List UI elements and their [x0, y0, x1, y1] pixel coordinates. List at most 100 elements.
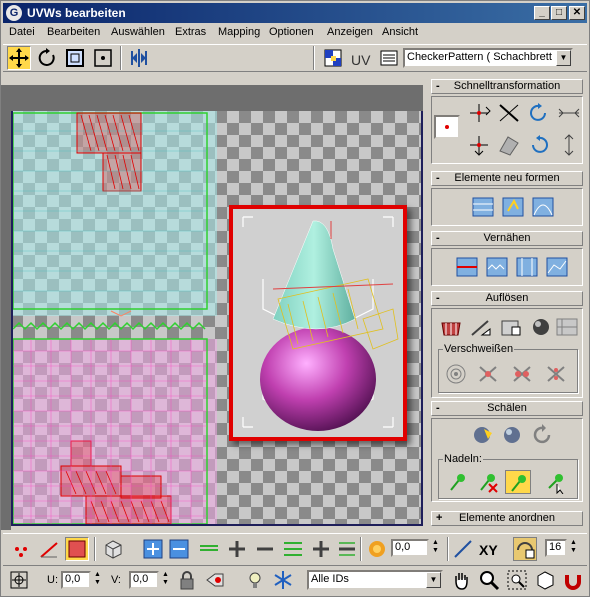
auto-pin-button[interactable]	[543, 470, 569, 495]
menu-anzeigen[interactable]: Anzeigen	[327, 26, 373, 38]
peel-mode-icon	[504, 427, 520, 443]
stitch-target-button[interactable]	[514, 255, 540, 279]
straighten-selection-button[interactable]	[470, 195, 496, 219]
rollout-header-aufloesen[interactable]: - Auflösen	[431, 291, 583, 306]
weld-all-button[interactable]	[543, 362, 569, 386]
detach-faces-button[interactable]	[554, 315, 580, 339]
weld-target-button[interactable]	[443, 362, 469, 386]
menu-datei[interactable]: Datei	[9, 26, 35, 38]
hide-button[interactable]	[243, 568, 267, 592]
stitch-source-button[interactable]	[484, 255, 510, 279]
zoom-button[interactable]	[477, 568, 501, 592]
zoom-extents-button[interactable]	[533, 568, 557, 592]
rotate-minus-button[interactable]	[526, 133, 552, 157]
expand-selection-button[interactable]	[141, 537, 165, 561]
falloff-type-button[interactable]	[451, 537, 475, 561]
straighten-button[interactable]	[496, 101, 522, 125]
spinner-arrows-icon[interactable]: ▲ ▼	[430, 539, 441, 557]
distribute-horizontal-button[interactable]	[556, 101, 582, 125]
vertex-select-button[interactable]	[9, 537, 33, 561]
relax-selection-button[interactable]	[500, 195, 526, 219]
uv-coordinate-toggle[interactable]: UV	[351, 52, 370, 68]
rollout-header-elemente-neu-formen[interactable]: - Elemente neu formen	[431, 171, 583, 186]
menu-bearbeiten[interactable]: Bearbeiten	[47, 26, 100, 38]
face-select-button[interactable]	[65, 537, 89, 561]
flatten-button[interactable]	[498, 315, 524, 339]
title-bar[interactable]: G UVWs bearbeiten _ □ ✕	[3, 3, 587, 23]
weld-edges-button[interactable]	[509, 362, 535, 386]
texture-select[interactable]: CheckerPattern ( Schachbrett ▼	[403, 48, 573, 68]
shrink-loop-button[interactable]	[253, 537, 277, 561]
mirror-tool-button[interactable]	[127, 46, 151, 70]
stitch-average-button[interactable]	[544, 255, 570, 279]
menu-auswaehlen[interactable]: Auswählen	[111, 26, 165, 38]
xy-space-toggle[interactable]: XY	[479, 542, 498, 558]
grow-ring-button[interactable]	[309, 537, 333, 561]
zoom-region-button[interactable]	[505, 568, 529, 592]
rotate-plus-button[interactable]	[526, 101, 552, 125]
chevron-down-icon[interactable]: ▼	[556, 50, 571, 66]
pivot-point-button[interactable]	[434, 115, 460, 139]
freeform-tool-button[interactable]	[91, 46, 115, 70]
pin-selection-button[interactable]	[505, 470, 531, 494]
rotate-tool-button[interactable]	[35, 46, 59, 70]
ring-button[interactable]	[281, 537, 305, 561]
grid-size-spinner[interactable]: 16 ▲ ▼	[545, 539, 577, 557]
grow-loop-button[interactable]	[225, 537, 249, 561]
falloff-spinner[interactable]: 0,0 ▲ ▼	[391, 539, 439, 557]
scale-tool-button[interactable]	[63, 46, 87, 70]
delete-pins-button[interactable]	[475, 470, 501, 494]
stitch-custom-button[interactable]	[454, 255, 480, 279]
element-select-button[interactable]	[101, 537, 125, 561]
rollout-header-schaelen[interactable]: - Schälen	[431, 401, 583, 416]
lock-selection-button[interactable]	[175, 568, 199, 592]
rollout-header-vernaehen[interactable]: - Vernähen	[431, 231, 583, 246]
quick-peel-button[interactable]	[470, 423, 496, 447]
menu-mapping[interactable]: Mapping	[218, 26, 260, 38]
u-value: 0,0	[65, 573, 81, 585]
distribute-vertical-button[interactable]	[556, 133, 582, 157]
menu-optionen[interactable]: Optionen	[269, 26, 314, 38]
align-vertical-button[interactable]	[466, 133, 492, 157]
spinner-arrows-icon[interactable]: ▲ ▼	[92, 571, 103, 589]
options-list-button[interactable]	[377, 46, 401, 70]
rollout-header-elemente-anordnen[interactable]: + Elemente anordnen	[431, 511, 583, 526]
shrink-selection-button[interactable]	[167, 537, 191, 561]
close-button[interactable]: ✕	[569, 6, 585, 20]
chevron-down-icon[interactable]: ▼	[426, 572, 441, 588]
spinner-arrows-icon[interactable]: ▲ ▼	[568, 539, 579, 557]
shrink-ring-button[interactable]	[335, 537, 359, 561]
u-spinner[interactable]: 0,0 ▲ ▼	[61, 571, 101, 589]
weld-target-icon	[446, 364, 466, 384]
reset-peel-button[interactable]	[530, 423, 556, 447]
relax-button[interactable]	[496, 133, 522, 157]
v-spinner[interactable]: 0,0 ▲ ▼	[129, 571, 169, 589]
edit-pins-button[interactable]	[445, 470, 471, 494]
break-button[interactable]	[438, 315, 464, 339]
menu-extras[interactable]: Extras	[175, 26, 206, 38]
pan-button[interactable]	[449, 568, 473, 592]
unfold-button[interactable]	[528, 315, 554, 339]
maximize-button[interactable]: □	[551, 6, 567, 20]
rollout-header-schnelltransformation[interactable]: - Schnelltransformation	[431, 79, 583, 94]
menu-ansicht[interactable]: Ansicht	[382, 26, 418, 38]
detach-edges-button[interactable]	[468, 315, 494, 339]
show-map-button[interactable]	[321, 46, 345, 70]
align-horizontal-button[interactable]	[466, 101, 492, 125]
material-id-select[interactable]: Alle IDs ▼	[307, 570, 443, 590]
loop-button[interactable]	[197, 537, 221, 561]
minimize-button[interactable]: _	[534, 6, 550, 20]
spinner-arrows-icon[interactable]: ▲ ▼	[160, 571, 171, 589]
grid-snap-button[interactable]	[513, 537, 537, 561]
move-tool-button[interactable]	[7, 46, 31, 70]
peel-mode-button[interactable]	[500, 423, 526, 447]
snap-toggle-button[interactable]	[561, 568, 585, 592]
freeze-button[interactable]	[271, 568, 295, 592]
spline-mapping-button[interactable]	[530, 195, 556, 219]
soft-selection-button[interactable]	[365, 537, 389, 561]
weld-selected-button[interactable]	[475, 362, 501, 386]
filter-selected-faces-button[interactable]	[203, 568, 227, 592]
weld-all-icon	[547, 366, 565, 382]
absolute-offset-button[interactable]	[7, 568, 31, 592]
edge-select-button[interactable]	[37, 537, 61, 561]
